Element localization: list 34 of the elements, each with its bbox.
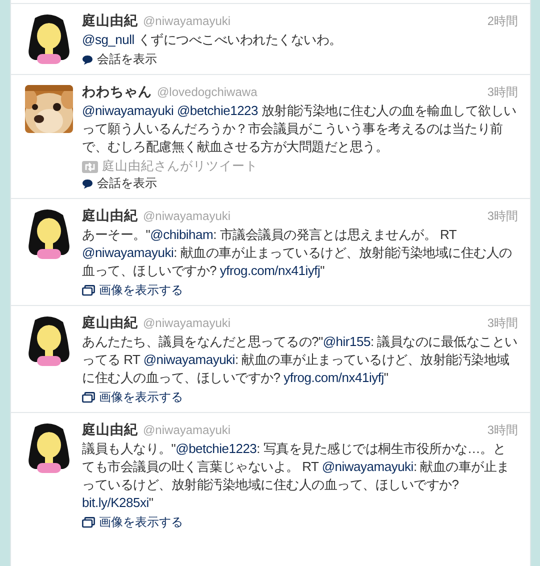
speech-bubble-icon	[82, 178, 93, 188]
tweet-text: あんたたち、議員をなんだと思ってるの?"@hir155: 議員なのに最低なこといってる RT @niwayamayuki: 献血の車が止まっているけど、放射能汚染地域に住む人の血って、ほしいですか? yfrog.com/nx41iyfj"	[82, 333, 518, 387]
user-name[interactable]: 庭山由紀	[82, 207, 138, 225]
image-icon	[82, 517, 95, 528]
image-icon	[82, 285, 95, 296]
view-image-link[interactable]: 画像を表示する	[99, 389, 183, 406]
tweet-text: あーそー。"@chibiham: 市議会議員の発言とは思えませんが。 RT @niwayamayuki: 献血の車が止まっているけど、放射能汚染地域に住む人の血って、ほしいですか? yfrog.com/nx41iyfj"	[82, 226, 513, 280]
view-conversation-link[interactable]: 会話を表示	[97, 51, 157, 68]
link[interactable]: @sg_null	[82, 32, 134, 47]
link[interactable]: @betchie1223	[176, 441, 257, 456]
link[interactable]: @niwayamayuki	[82, 103, 174, 118]
view-conversation-link[interactable]: 会話を表示	[97, 175, 157, 192]
link[interactable]: @niwayamayuki	[322, 459, 414, 474]
tweet-text: @sg_null くずにつべこべいわれたくないわ。	[82, 31, 343, 49]
speech-bubble-icon	[82, 54, 93, 64]
tweet-text: 議員も人なり。"@betchie1223: 写真を見た感じでは桐生市役所かな…。とても市会議員の吐く言葉じゃないよ。 RT @niwayamayuki: 献血の車が止まっているけど、放射能汚染地域に住む人の血って、ほしいですか? bit.ly/K285xi"	[82, 440, 510, 512]
link[interactable]: bit.ly/K285xi	[82, 495, 149, 510]
user-name[interactable]: わわちゃん	[82, 83, 152, 101]
view-image-link[interactable]: 画像を表示する	[99, 514, 183, 531]
retweet-icon	[82, 160, 98, 172]
link[interactable]: @niwayamayuki	[82, 245, 174, 260]
retweet-note: 庭山由紀さんがリツイート	[102, 158, 258, 175]
link[interactable]: yfrog.com/nx41iyfj	[284, 370, 384, 385]
link[interactable]: @niwayamayuki	[143, 352, 235, 367]
link[interactable]: @chibiham	[150, 227, 214, 242]
link[interactable]: @betchie1223	[176, 103, 258, 118]
view-image-link[interactable]: 画像を表示する	[99, 282, 183, 299]
user-name[interactable]: 庭山由紀	[82, 421, 138, 439]
link[interactable]: @hir155	[322, 334, 370, 349]
user-name[interactable]: 庭山由紀	[82, 12, 138, 30]
user-name[interactable]: 庭山由紀	[82, 314, 138, 332]
link[interactable]: yfrog.com/nx41iyfj	[220, 263, 320, 278]
image-icon	[82, 392, 95, 403]
tweet-text: @niwayamayuki @betchie1223 放射能汚染地に住む人の血を輸血して欲しいって願う人いるんだろうか？市会議員がこういう事を考えるのは当たり前で、むしろ配慮無く献血させる方が大問題だと思う。	[82, 102, 518, 156]
